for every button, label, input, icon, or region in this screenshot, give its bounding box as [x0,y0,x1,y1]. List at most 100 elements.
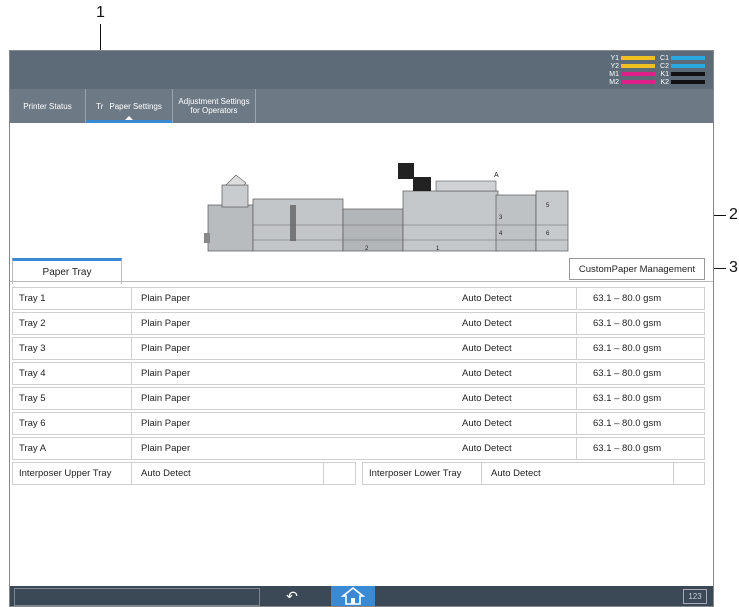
paper-weight: 63.1 – 80.0 gsm [593,343,662,354]
paper-weight: 63.1 – 80.0 gsm [593,318,662,329]
cell-divider [576,338,577,359]
toner-bar [621,80,655,84]
message-box [14,588,260,606]
toner-c1: C1 [657,54,705,62]
toner-label: Y2 [610,62,619,70]
device-screen: Y1 C1 Y2 C2 M1 K1 M2 K2 Printer Status Tr Paper… [9,50,714,607]
keyboard-button[interactable]: 123 [683,589,707,604]
tray-name: Tray 3 [19,343,46,354]
cell-divider [131,413,132,434]
cell-divider [131,388,132,409]
paper-type: Plain Paper [141,418,191,429]
paper-size: Auto Detect [462,343,512,354]
toner-k1: K1 [657,70,705,78]
paper-type: Plain Paper [141,343,191,354]
tray-row[interactable]: Tray 2 Plain Paper Auto Detect 63.1 – 80.0 … [12,312,705,335]
custom-paper-management-button[interactable]: CustomPaper Management [569,258,705,280]
tab-adjustment-settings[interactable]: Adjustment Settings for Operators [172,89,256,123]
cell-divider [323,463,324,484]
paper-size: Auto Detect [462,293,512,304]
toner-m2: M2 [607,78,655,86]
paper-size: Auto Detect [462,443,512,454]
paper-type: Plain Paper [141,318,191,329]
tab-printer-status[interactable]: Printer Status [10,89,86,123]
tab-tray-part-label: Tr [96,101,104,111]
toner-c2: C2 [657,62,705,70]
toner-label: K2 [660,78,669,86]
cell-divider [576,363,577,384]
paper-size: Auto Detect [462,418,512,429]
printer-label-a: A [494,172,499,179]
interposer-upper-tray[interactable]: Interposer Upper Tray Auto Detect [12,462,356,485]
toner-m1: M1 [607,70,655,78]
tray-name: Tray 2 [19,318,46,329]
toner-label: C2 [660,62,669,70]
callout-1: 1 [96,4,105,21]
toner-y1: Y1 [607,54,655,62]
custom-paper-management-label: CustomPaper Management [578,263,696,275]
cell-divider [131,463,132,484]
cell-divider [576,413,577,434]
paper-weight: 63.1 – 80.0 gsm [593,293,662,304]
toner-label: K1 [660,70,669,78]
tab-adjustment-label-2: for Operators [190,106,238,115]
interposer-lower-label: Interposer Lower Tray [369,468,462,479]
paper-size: Auto Detect [462,368,512,379]
cell-divider [131,438,132,459]
toner-label: M1 [609,70,619,78]
toner-bar [621,72,655,76]
toner-bar [621,56,655,60]
paper-type: Plain Paper [141,443,191,454]
paper-type: Plain Paper [141,393,191,404]
interposer-upper-value: Auto Detect [141,468,191,479]
interposer-lower-tray[interactable]: Interposer Lower Tray Auto Detect [362,462,705,485]
toner-label: M2 [609,78,619,86]
cell-divider [481,463,482,484]
toner-bar [671,80,705,84]
paper-size: Auto Detect [462,318,512,329]
printer-illustration: A 3 4 5 6 1 2 [204,163,569,252]
cell-divider [131,363,132,384]
tray-name: Tray 6 [19,418,46,429]
tab-bar: Printer Status Tr Paper Settings Adjustm… [10,89,713,123]
status-bar: Y1 C1 Y2 C2 M1 K1 M2 K2 [10,51,713,89]
cell-divider [131,338,132,359]
tab-paper-settings[interactable]: Tr Paper Settings [86,89,172,123]
home-button[interactable] [331,586,375,606]
paper-size: Auto Detect [462,393,512,404]
paper-type: Plain Paper [141,368,191,379]
tray-row[interactable]: Tray 3 Plain Paper Auto Detect 63.1 – 80.0 … [12,337,705,360]
back-arrow-icon[interactable]: ↶ [280,586,304,606]
cell-divider [576,288,577,309]
tray-list: Tray 1 Plain Paper Auto Detect 63.1 – 80.0 … [12,287,705,485]
tab-printer-status-label: Printer Status [23,101,72,111]
tray-row[interactable]: Tray 4 Plain Paper Auto Detect 63.1 – 80.0 … [12,362,705,385]
tray-row[interactable]: Tray 6 Plain Paper Auto Detect 63.1 – 80.0 … [12,412,705,435]
toner-label: C1 [660,54,669,62]
paper-weight: 63.1 – 80.0 gsm [593,443,662,454]
tab-adjustment-label-1: Adjustment Settings [178,97,250,106]
interposer-upper-label: Interposer Upper Tray [19,468,112,479]
tray-name: Tray 5 [19,393,46,404]
callout-2: 2 [729,206,738,223]
toner-y2: Y2 [607,62,655,70]
cell-divider [131,313,132,334]
tray-row[interactable]: Tray 1 Plain Paper Auto Detect 63.1 – 80.0 … [12,287,705,310]
tray-name: Tray 1 [19,293,46,304]
tray-row[interactable]: Tray 5 Plain Paper Auto Detect 63.1 – 80.0 … [12,387,705,410]
paper-weight: 63.1 – 80.0 gsm [593,368,662,379]
cell-divider [673,463,674,484]
toner-label: Y1 [610,54,619,62]
toner-bar [671,56,705,60]
tray-name: Tray A [19,443,47,454]
bottom-bar: ↶ 123 [10,586,713,606]
toner-k2: K2 [657,78,705,86]
paper-weight: 63.1 – 80.0 gsm [593,418,662,429]
paper-type: Plain Paper [141,293,191,304]
toner-bar [671,72,705,76]
active-tab-indicator [124,116,134,121]
cell-divider [576,438,577,459]
interposer-lower-value: Auto Detect [491,468,541,479]
divider [10,281,713,282]
tray-row[interactable]: Tray A Plain Paper Auto Detect 63.1 – 80.0 … [12,437,705,460]
